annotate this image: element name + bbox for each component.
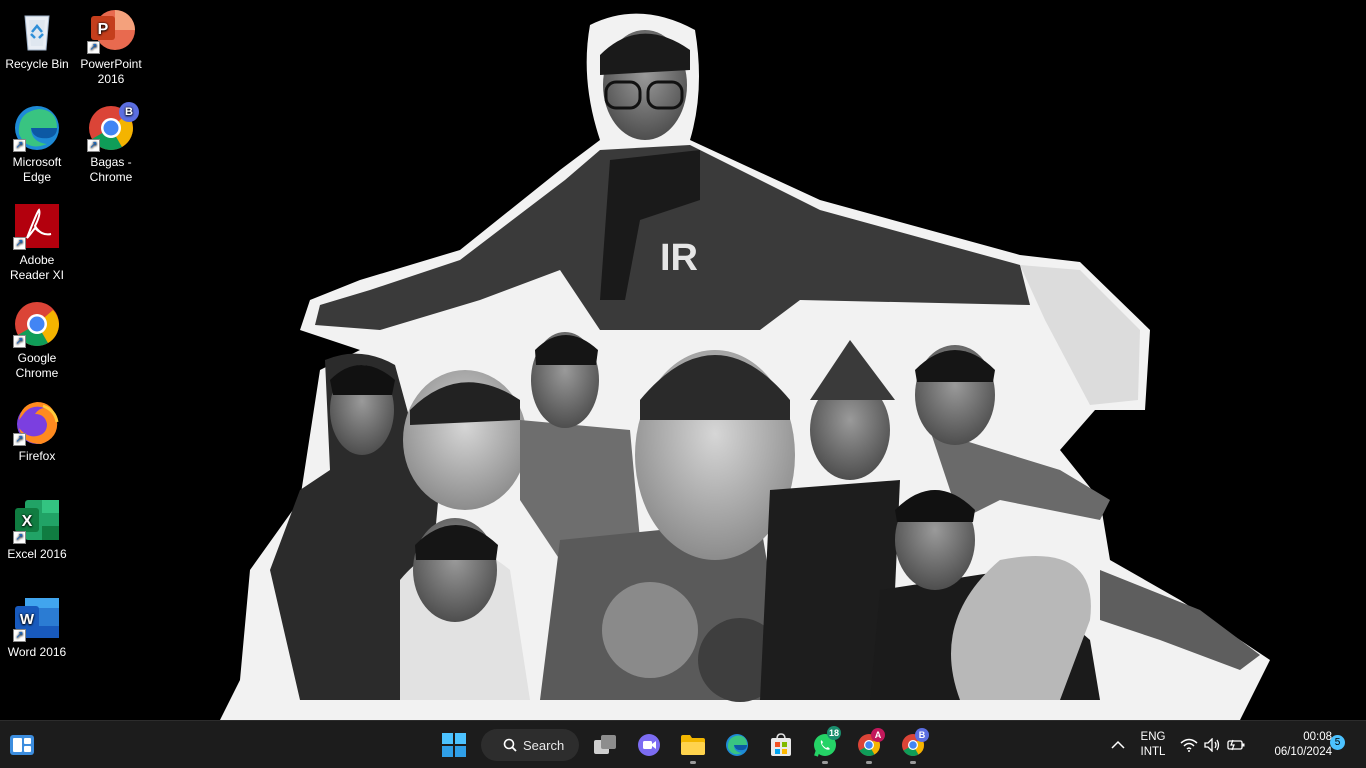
store-button[interactable]	[761, 725, 801, 765]
clock-date: 06/10/2024	[1274, 746, 1332, 758]
svg-text:X: X	[22, 513, 33, 530]
battery-icon	[1227, 739, 1245, 751]
windows-start-icon	[442, 733, 466, 757]
chevron-up-icon	[1111, 740, 1125, 749]
chrome-profile-b-button[interactable]: B	[893, 725, 933, 765]
task-view-button[interactable]	[585, 725, 625, 765]
shortcut-arrow-icon: ↗	[13, 335, 26, 348]
profile-badge: A	[871, 728, 885, 742]
svg-text:P: P	[98, 21, 109, 38]
file-explorer-button[interactable]	[673, 725, 713, 765]
start-button[interactable]	[434, 725, 474, 765]
shortcut-arrow-icon: ↗	[13, 433, 26, 446]
wifi-icon	[1180, 738, 1198, 752]
clock-time: 00:08	[1303, 731, 1332, 743]
profile-badge: B	[119, 102, 139, 122]
profile-badge: B	[915, 728, 929, 742]
chrome-profile-a-button[interactable]: A	[849, 725, 889, 765]
search-label: Search	[523, 737, 565, 753]
desktop-icon-label: PowerPoint 2016	[80, 57, 142, 86]
word-icon: W ↗	[13, 594, 61, 642]
clock[interactable]: 00:08 06/10/2024	[1254, 730, 1332, 760]
taskbar: Search 18 A B ENG INTL 00:08 06/10/2024	[0, 720, 1366, 768]
powerpoint-icon: P ↗	[87, 6, 135, 54]
shortcut-arrow-icon: ↗	[87, 139, 100, 152]
keyboard-layout: INTL	[1140, 746, 1166, 758]
whatsapp-unread-badge: 18	[827, 726, 842, 740]
running-indicator	[822, 761, 828, 764]
widgets-button[interactable]	[2, 725, 42, 765]
edge-taskbar-button[interactable]	[717, 725, 757, 765]
desktop-wallpaper: IR	[220, 13, 1270, 720]
desktop-icon-powerpoint[interactable]: P ↗ PowerPoint 2016	[73, 6, 149, 87]
show-hidden-icons-button[interactable]	[1098, 725, 1138, 765]
folder-icon	[681, 735, 705, 755]
shortcut-arrow-icon: ↗	[87, 41, 100, 54]
desktop-icon-firefox[interactable]: ↗ Firefox	[0, 398, 75, 464]
chrome-profile-icon: B ↗	[87, 102, 139, 152]
desktop-icon-label: Word 2016	[7, 645, 67, 659]
edge-icon	[726, 734, 748, 756]
meet-icon	[638, 734, 660, 756]
desktop-icon-word[interactable]: W ↗ Word 2016	[0, 594, 75, 660]
svg-text:IR: IR	[660, 237, 698, 279]
taskbar-search[interactable]: Search	[481, 729, 579, 761]
volume-icon	[1204, 738, 1220, 752]
desktop-icon-bagas-chrome[interactable]: B ↗ Bagas - Chrome	[73, 102, 149, 185]
language-indicator[interactable]: ENG INTL	[1136, 730, 1170, 760]
notification-count-badge[interactable]: 5	[1330, 735, 1345, 750]
quick-settings-button[interactable]	[1176, 733, 1252, 757]
store-icon	[771, 733, 791, 756]
desktop-icon-adobe-reader[interactable]: ↗ Adobe Reader XI	[0, 202, 75, 283]
chrome-icon: ↗	[13, 300, 61, 348]
desktop-icon-label: Microsoft Edge	[12, 155, 62, 184]
shortcut-arrow-icon: ↗	[13, 237, 26, 250]
svg-text:W: W	[20, 611, 35, 628]
meet-button[interactable]	[629, 725, 669, 765]
desktop-icon-label: Excel 2016	[7, 547, 67, 561]
desktop-icon-label: Google Chrome	[15, 351, 59, 380]
whatsapp-button[interactable]: 18	[805, 725, 845, 765]
desktop-icon-recycle-bin[interactable]: Recycle Bin	[0, 6, 75, 72]
adobe-reader-icon: ↗	[13, 202, 61, 250]
shortcut-arrow-icon: ↗	[13, 629, 26, 642]
desktop-icon-label: Recycle Bin	[5, 57, 69, 71]
firefox-icon: ↗	[13, 398, 61, 446]
recycle-bin-icon	[13, 6, 61, 54]
edge-icon: ↗	[13, 104, 61, 152]
language-code: ENG	[1140, 731, 1166, 743]
desktop-icon-google-chrome[interactable]: ↗ Google Chrome	[0, 300, 75, 381]
shortcut-arrow-icon: ↗	[13, 531, 26, 544]
shortcut-arrow-icon: ↗	[13, 139, 26, 152]
excel-icon: X ↗	[13, 496, 61, 544]
desktop-icon-label: Firefox	[18, 449, 56, 463]
desktop-icon-microsoft-edge[interactable]: ↗ Microsoft Edge	[0, 104, 75, 185]
search-icon	[503, 738, 517, 752]
task-view-icon	[594, 735, 616, 754]
desktop-icon-excel[interactable]: X ↗ Excel 2016	[0, 496, 75, 562]
running-indicator	[910, 761, 916, 764]
desktop-icon-label: Bagas - Chrome	[89, 155, 133, 184]
widgets-icon	[10, 735, 34, 755]
running-indicator	[866, 761, 872, 764]
desktop-icon-label: Adobe Reader XI	[9, 253, 65, 282]
running-indicator	[690, 761, 696, 764]
